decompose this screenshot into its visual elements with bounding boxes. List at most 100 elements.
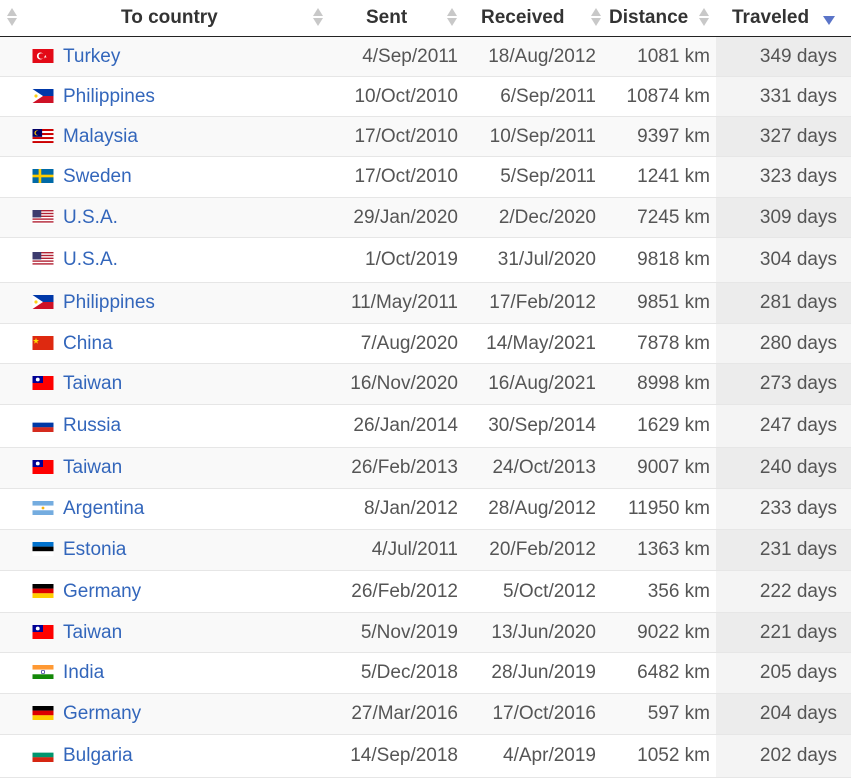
table-row: U.S.A. 29/Jan/2020 2/Dec/2020 7245 km 309 da… — [0, 197, 851, 238]
cell-traveled: 327 days — [716, 116, 851, 157]
cell-distance: 9818 km — [602, 237, 716, 283]
cell-distance: 356 km — [602, 570, 716, 613]
country-link[interactable]: Bulgaria — [63, 745, 133, 766]
flag-india-icon — [32, 663, 56, 679]
cell-traveled: 349 days — [716, 36, 851, 77]
cell-country: U.S.A. — [0, 237, 324, 283]
header-traveled[interactable]: Traveled — [716, 0, 851, 37]
cell-traveled: 204 days — [716, 693, 851, 735]
cell-country: Bulgaria — [0, 734, 324, 778]
cell-distance: 1052 km — [602, 734, 716, 778]
flag-taiwan-icon — [32, 458, 56, 474]
cell-distance: 1241 km — [602, 156, 716, 198]
cell-received: 14/May/2021 — [464, 323, 602, 364]
header-sent[interactable]: Sent — [324, 0, 464, 37]
cell-sent: 27/Mar/2016 — [324, 693, 464, 735]
flag-malaysia-icon — [32, 127, 56, 143]
cell-sent: 4/Sep/2011 — [324, 36, 464, 77]
country-link[interactable]: Philippines — [63, 86, 155, 107]
country-link[interactable]: Sweden — [63, 166, 132, 187]
cell-traveled: 323 days — [716, 156, 851, 198]
cell-received: 17/Oct/2016 — [464, 693, 602, 735]
table-row: U.S.A. 1/Oct/2019 31/Jul/2020 9818 km 304 da… — [0, 237, 851, 283]
country-link[interactable]: U.S.A. — [63, 207, 118, 228]
country-link[interactable]: Taiwan — [63, 457, 122, 478]
cell-received: 5/Oct/2012 — [464, 570, 602, 613]
cell-sent: 26/Jan/2014 — [324, 404, 464, 448]
country-link[interactable]: India — [63, 662, 104, 683]
cell-country: Sweden — [0, 156, 324, 198]
country-link[interactable]: Malaysia — [63, 126, 138, 147]
table-row: Philippines 10/Oct/2010 6/Sep/2011 10874 km… — [0, 76, 851, 117]
cell-distance: 7878 km — [602, 323, 716, 364]
header-distance[interactable]: Distance — [602, 0, 716, 37]
cell-sent: 17/Oct/2010 — [324, 156, 464, 198]
cell-distance: 1081 km — [602, 36, 716, 77]
cell-country: India — [0, 652, 324, 694]
cell-traveled: 309 days — [716, 197, 851, 238]
cell-distance: 9397 km — [602, 116, 716, 157]
cell-distance: 7245 km — [602, 197, 716, 238]
cell-received: 30/Sep/2014 — [464, 404, 602, 448]
country-link[interactable]: Argentina — [63, 498, 144, 519]
cell-sent: 11/May/2011 — [324, 282, 464, 324]
table-row: Sweden 17/Oct/2010 5/Sep/2011 1241 km 323 da… — [0, 156, 851, 198]
cell-distance: 10874 km — [602, 76, 716, 117]
cell-country: Russia — [0, 404, 324, 448]
flag-germany-icon — [32, 704, 56, 720]
flag-bulgaria-icon — [32, 746, 56, 762]
cell-sent: 16/Nov/2020 — [324, 363, 464, 405]
table-row: Taiwan 26/Feb/2013 24/Oct/2013 9007 km 240 d… — [0, 447, 851, 489]
flag-argentina-icon — [32, 499, 56, 515]
cell-received: 31/Jul/2020 — [464, 237, 602, 283]
table-row: Philippines 11/May/2011 17/Feb/2012 9851 km… — [0, 282, 851, 324]
country-link[interactable]: Germany — [63, 703, 141, 724]
table-row: Malaysia 17/Oct/2010 10/Sep/2011 9397 km 327… — [0, 116, 851, 157]
cell-country: Germany — [0, 570, 324, 613]
cell-distance: 597 km — [602, 693, 716, 735]
cell-traveled: 280 days — [716, 323, 851, 364]
cell-country: Malaysia — [0, 116, 324, 157]
country-link[interactable]: Turkey — [63, 46, 120, 67]
cell-sent: 26/Feb/2013 — [324, 447, 464, 489]
cell-country: Turkey — [0, 36, 324, 77]
header-label: To country — [121, 7, 218, 28]
cell-distance: 8998 km — [602, 363, 716, 405]
table-row: Argentina 8/Jan/2012 28/Aug/2012 11950 km 23… — [0, 488, 851, 530]
header-label: Distance — [609, 7, 689, 28]
country-link[interactable]: Russia — [63, 415, 121, 436]
cell-received: 28/Jun/2019 — [464, 652, 602, 694]
cell-sent: 10/Oct/2010 — [324, 76, 464, 117]
country-link[interactable]: China — [63, 333, 113, 354]
flag-estonia-icon — [32, 540, 56, 556]
flag-turkey-icon — [32, 47, 56, 63]
table-row: Taiwan 5/Nov/2019 13/Jun/2020 9022 km 221 da… — [0, 612, 851, 653]
country-link[interactable]: Estonia — [63, 539, 126, 560]
cell-distance: 11950 km — [602, 488, 716, 530]
country-link[interactable]: Taiwan — [63, 622, 122, 643]
cell-received: 24/Oct/2013 — [464, 447, 602, 489]
cell-country: Estonia — [0, 529, 324, 571]
flag-sweden-icon — [32, 167, 56, 183]
header-to-country[interactable]: To country — [0, 0, 324, 37]
cell-received: 5/Sep/2011 — [464, 156, 602, 198]
country-link[interactable]: U.S.A. — [63, 249, 118, 270]
country-link[interactable]: Philippines — [63, 292, 155, 313]
cell-country: Taiwan — [0, 447, 324, 489]
cell-distance: 1363 km — [602, 529, 716, 571]
flag-china-icon — [32, 334, 56, 350]
sort-arrows-icon — [446, 6, 458, 28]
cell-received: 13/Jun/2020 — [464, 612, 602, 653]
table-row: Turkey 4/Sep/2011 18/Aug/2012 1081 km 349 da… — [0, 36, 851, 77]
cell-sent: 5/Nov/2019 — [324, 612, 464, 653]
header-received[interactable]: Received — [464, 0, 602, 37]
country-link[interactable]: Taiwan — [63, 373, 122, 394]
cell-country: Taiwan — [0, 612, 324, 653]
sort-arrows-icon — [698, 6, 710, 28]
country-link[interactable]: Germany — [63, 581, 141, 602]
table-row: Germany 26/Feb/2012 5/Oct/2012 356 km 222 da… — [0, 570, 851, 613]
cell-country: Germany — [0, 693, 324, 735]
cell-sent: 1/Oct/2019 — [324, 237, 464, 283]
cell-country: U.S.A. — [0, 197, 324, 238]
cell-traveled: 273 days — [716, 363, 851, 405]
